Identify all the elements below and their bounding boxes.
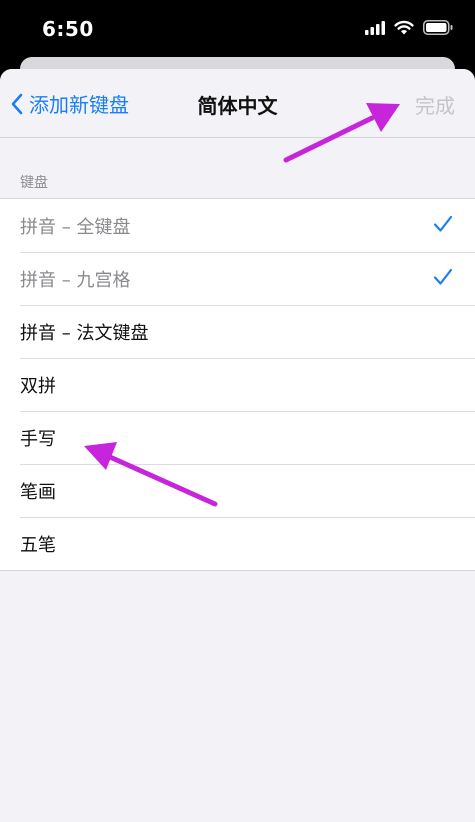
keyboard-sheet: 添加新键盘 简体中文 完成 键盘 拼音 – 全键盘 拼音 – 九宫格 拼音 – … — [0, 69, 475, 822]
keyboard-option-label: 拼音 – 九宫格 — [20, 269, 131, 291]
keyboard-option-label: 双拼 — [20, 375, 56, 397]
checkmark-icon — [433, 268, 453, 285]
status-icons — [365, 20, 453, 35]
keyboard-option-wubi[interactable]: 五笔 — [0, 517, 475, 570]
keyboard-list: 拼音 – 全键盘 拼音 – 九宫格 拼音 – 法文键盘 双拼 手写 笔画 五笔 — [0, 198, 475, 571]
checkmark-icon — [433, 215, 453, 232]
cellular-signal-icon — [365, 20, 385, 35]
status-time: 6:50 — [42, 17, 94, 41]
navigation-bar: 添加新键盘 简体中文 完成 — [0, 69, 475, 138]
page-title: 简体中文 — [197, 94, 278, 118]
status-bar: 6:50 — [0, 0, 475, 60]
keyboard-option-handwriting[interactable]: 手写 — [0, 411, 475, 464]
keyboard-option-pinyin-full[interactable]: 拼音 – 全键盘 — [0, 199, 475, 252]
done-button[interactable]: 完成 — [415, 90, 455, 119]
keyboard-option-label: 拼音 – 法文键盘 — [20, 322, 149, 344]
keyboard-option-pinyin-9key[interactable]: 拼音 – 九宫格 — [0, 252, 475, 305]
keyboard-option-shuangpin[interactable]: 双拼 — [0, 358, 475, 411]
keyboard-option-label: 拼音 – 全键盘 — [20, 216, 131, 238]
keyboard-option-pinyin-french[interactable]: 拼音 – 法文键盘 — [0, 305, 475, 358]
battery-icon — [423, 20, 453, 35]
keyboard-option-stroke[interactable]: 笔画 — [0, 464, 475, 517]
keyboard-option-label: 五笔 — [20, 534, 56, 556]
keyboard-option-label: 手写 — [20, 428, 56, 450]
section-header: 键盘 — [20, 175, 48, 191]
wifi-icon — [394, 20, 414, 35]
keyboard-option-label: 笔画 — [20, 481, 56, 503]
